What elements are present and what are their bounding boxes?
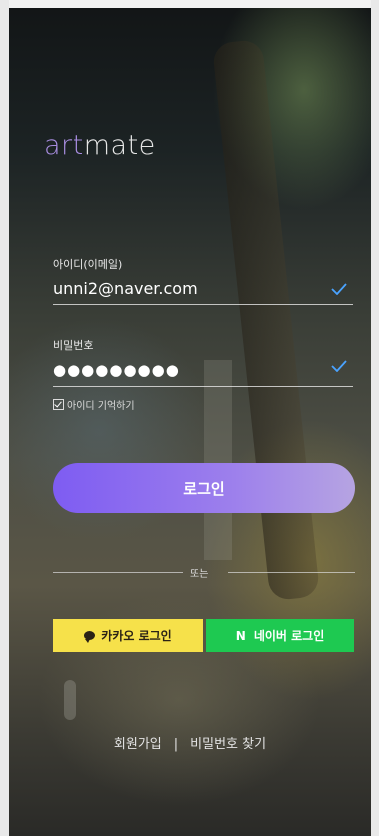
naver-login-label: 네이버 로그인 [253, 629, 325, 643]
background-figure [64, 680, 76, 720]
brand-logo-rest: mate [83, 130, 156, 161]
password-input[interactable]: ●●●●●●●●● [53, 361, 180, 379]
password-label: 비밀번호 [53, 339, 94, 352]
speech-bubble-icon [84, 631, 96, 643]
background-tower [204, 360, 232, 560]
id-label: 아이디(이메일) [53, 258, 123, 271]
signup-link[interactable]: 회원가입 [114, 737, 162, 752]
naver-login-button[interactable]: N 네이버 로그인 [206, 619, 354, 652]
naver-logo-icon: N [235, 628, 246, 643]
checkbox-checked-icon [53, 399, 64, 410]
id-underline [53, 304, 353, 305]
divider-line-left [53, 572, 183, 573]
remember-id-label: 아이디 기억하기 [67, 401, 135, 412]
kakao-login-button[interactable]: 카카오 로그인 [53, 619, 203, 652]
id-check-icon [331, 283, 347, 295]
brand-logo-accent: art [44, 130, 84, 161]
divider-line-right [228, 572, 355, 573]
footer-separator: | [173, 737, 179, 752]
divider-text: 또는 [190, 569, 209, 580]
password-check-icon [331, 360, 347, 372]
footer-links: 회원가입 | 비밀번호 찾기 [9, 733, 371, 752]
find-password-link[interactable]: 비밀번호 찾기 [190, 737, 266, 752]
kakao-login-label: 카카오 로그인 [101, 629, 172, 643]
brand-logo: artmate [44, 130, 156, 161]
id-input[interactable]: unni2@naver.com [53, 279, 198, 298]
password-underline [53, 386, 353, 387]
top-bar [9, 0, 371, 8]
remember-id-checkbox[interactable]: 아이디 기억하기 [53, 397, 135, 412]
login-button[interactable]: 로그인 [53, 463, 355, 513]
login-screen: artmate 아이디(이메일) unni2@naver.com 비밀번호 ●●… [9, 0, 371, 836]
